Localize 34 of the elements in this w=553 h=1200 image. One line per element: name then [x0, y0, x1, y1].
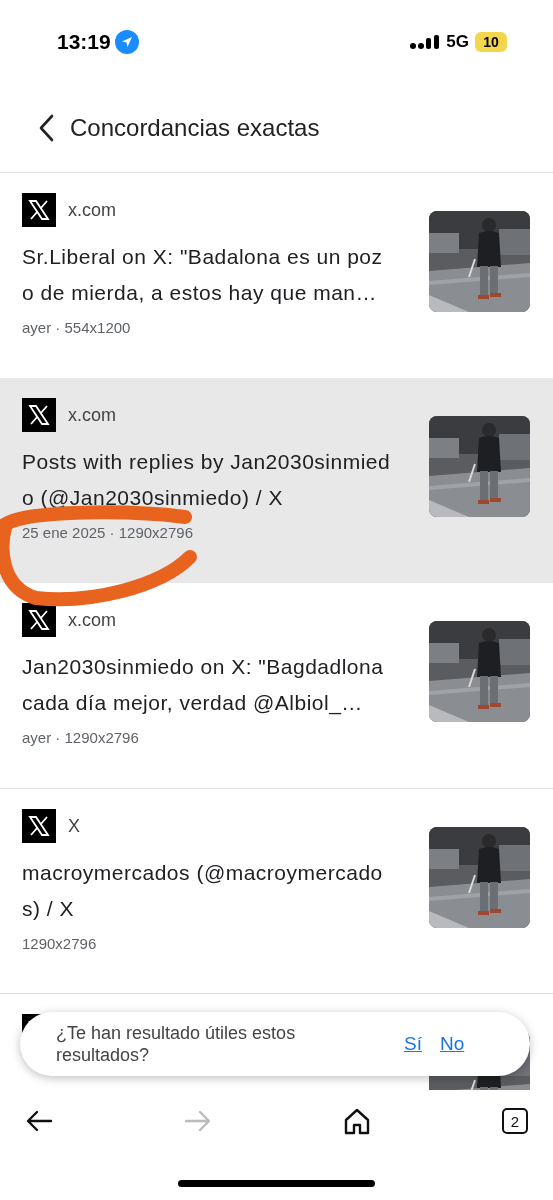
x-logo-icon [22, 193, 56, 227]
result-title[interactable]: Posts with replies by Jan2030sinmiedo (@Jan2030sinmiedo) / X [22, 444, 394, 516]
x-logo-icon [22, 398, 56, 432]
result-title[interactable]: Jan2030sinmiedo on X: "Bagdadlona cada día mejor, verdad @Albiol_… [22, 649, 394, 721]
source-label: x.com [68, 199, 116, 221]
result-title[interactable]: Sr.Liberal on X: "Badalona es un pozo de mierda, a estos hay que man… [22, 239, 394, 311]
tabs-button[interactable]: 2 [502, 1108, 528, 1134]
home-button[interactable] [343, 1107, 371, 1135]
x-logo-icon [22, 809, 56, 843]
result-meta: 25 ene 2025 · 1290x2796 [22, 524, 194, 541]
result-meta: ayer · 1290x2796 [22, 729, 140, 746]
source-label: X [68, 815, 80, 837]
feedback-link[interactable]: No [439, 1033, 465, 1055]
clock-time: 13:19 [57, 30, 111, 54]
signal-icon [410, 34, 441, 50]
x-logo-icon [22, 603, 56, 637]
chevron-left-icon [38, 114, 54, 142]
result-meta: 1290x2796 [22, 935, 98, 952]
source-label: x.com [68, 609, 116, 631]
location-icon [114, 30, 139, 54]
source-label: x.com [68, 404, 116, 426]
result-meta: ayer · 554x1200 [22, 319, 132, 336]
result-item-highlight[interactable]: x.com Posts with replies by Jan2030sinmiedo (@Jan2030sinmiedo) / X 25 ene 2025 · 1290x2796 [0, 378, 553, 583]
page-title: Concordancias exactas [70, 114, 320, 142]
result-item[interactable]: X macroymercados (@macroymercados) / X 1290x2796 [0, 788, 553, 993]
result-title[interactable]: macroymercados (@macroymercados) / X [22, 855, 394, 927]
network-label: 5G [446, 32, 469, 52]
back-button[interactable] [38, 114, 54, 142]
home-icon [343, 1107, 371, 1135]
result-item[interactable]: x.com Jan2030sinmiedo on X: "Bagdadlona cada día mejor, verdad @Albiol_… ayer · 1290x2796 [0, 583, 553, 788]
feedback-question: ¿Te han resultado útiles estos resultados? [56, 1022, 297, 1066]
feedback-link[interactable]: Sí [404, 1033, 422, 1055]
result-item[interactable]: x.com Sr.Liberal on X: "Badalona es un pozo de mierda, a estos hay que man… ayer · 554x1200 [0, 173, 553, 378]
battery-level: 10 [483, 34, 499, 50]
